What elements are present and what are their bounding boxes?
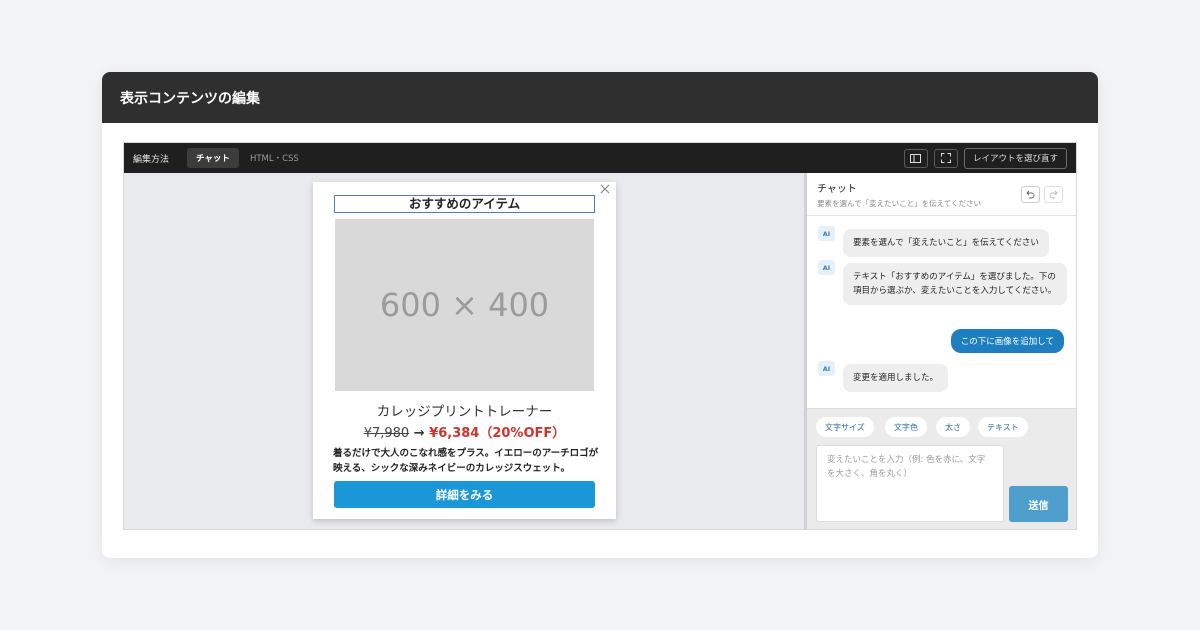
modal-title: 表示コンテンツの編集	[120, 90, 260, 107]
edit-content-modal: 表示コンテンツの編集 編集方法 チャット HTML・CSS レイアウトを選び直す	[102, 72, 1098, 558]
fullscreen-button[interactable]	[933, 148, 958, 168]
ai-message-bubble: 変更を適用しました。	[843, 364, 949, 392]
chat-message-ai: AI テキスト「おすすめのアイテム」を選びました。下の項目から選ぶか、変えたいこ…	[818, 260, 1067, 305]
ai-badge: AI	[818, 361, 835, 376]
tab-html-css[interactable]: HTML・CSS	[241, 148, 308, 168]
product-name[interactable]: カレッジプリントトレーナー	[313, 400, 616, 420]
panel-icon	[910, 153, 922, 163]
chip-text-color[interactable]: 文字色	[885, 417, 927, 437]
product-price[interactable]: ¥7,980 → ¥6,384（20%OFF）	[313, 422, 616, 441]
close-button[interactable]	[598, 182, 612, 196]
chat-header: チャット 要素を選んで「変えたいこと」を伝えてください	[807, 173, 1076, 216]
editor-toolbar: 編集方法 チャット HTML・CSS レイアウトを選び直す	[124, 143, 1076, 173]
modal-header: 表示コンテンツの編集	[102, 72, 1098, 123]
product-image-placeholder[interactable]: 600 × 400	[335, 219, 594, 391]
card-heading-selected[interactable]: おすすめのアイテム	[334, 195, 595, 213]
chip-font-weight[interactable]: 太さ	[936, 417, 970, 437]
redo-button[interactable]	[1044, 186, 1063, 203]
chat-message-ai: AI 変更を適用しました。	[818, 361, 949, 392]
toolbar-right-group: レイアウトを選び直す	[903, 147, 1067, 169]
chip-text[interactable]: テキスト	[978, 417, 1028, 437]
details-button[interactable]: 詳細をみる	[334, 481, 595, 508]
editor-panel: 編集方法 チャット HTML・CSS レイアウトを選び直す おすすめのアイテム	[123, 142, 1077, 530]
panel-toggle-button[interactable]	[903, 148, 928, 168]
user-message-bubble: この下に画像を追加して	[950, 329, 1064, 353]
product-description[interactable]: 着るだけで大人のこなれ感をプラス。イエローのアーチロゴが映える、シックな深みネイ…	[333, 446, 599, 476]
ai-message-bubble: 要素を選んで「変えたいこと」を伝えてください	[843, 229, 1049, 257]
close-icon	[600, 184, 610, 194]
price-arrow: →	[413, 426, 425, 441]
recommend-card[interactable]: おすすめのアイテム 600 × 400 カレッジプリントトレーナー ¥7,980…	[313, 182, 616, 519]
chat-message-ai: AI 要素を選んで「変えたいこと」を伝えてください	[818, 226, 1049, 257]
relayout-button[interactable]: レイアウトを選び直す	[963, 147, 1067, 169]
price-new: ¥6,384（20%OFF）	[429, 426, 566, 441]
chat-input[interactable]: 変えたいことを入力（例: 色を赤に、文字を大さく、角を丸く）	[816, 445, 1004, 522]
preview-canvas: おすすめのアイテム 600 × 400 カレッジプリントトレーナー ¥7,980…	[124, 173, 804, 529]
image-size-label: 600 × 400	[379, 286, 550, 324]
send-button[interactable]: 送信	[1009, 486, 1068, 522]
ai-badge: AI	[818, 226, 835, 241]
chip-font-size[interactable]: 文字サイズ	[816, 417, 874, 437]
chat-panel: チャット 要素を選んで「変えたいこと」を伝えてください AI 要素を選んで「変え…	[807, 173, 1076, 529]
chat-composer: 文字サイズ 文字色 太さ テキスト 変えたいことを入力（例: 色を赤に、文字を大…	[807, 408, 1076, 529]
tab-chat[interactable]: チャット	[187, 148, 239, 168]
redo-icon	[1049, 190, 1058, 199]
edit-method-label: 編集方法	[133, 154, 170, 165]
ai-message-bubble: テキスト「おすすめのアイテム」を選びました。下の項目から選ぶか、変えたいことを入…	[843, 263, 1067, 305]
undo-button[interactable]	[1021, 186, 1040, 203]
fullscreen-icon	[940, 153, 951, 163]
ai-badge: AI	[818, 260, 835, 275]
undo-icon	[1026, 190, 1035, 199]
price-old: ¥7,980	[363, 426, 410, 441]
